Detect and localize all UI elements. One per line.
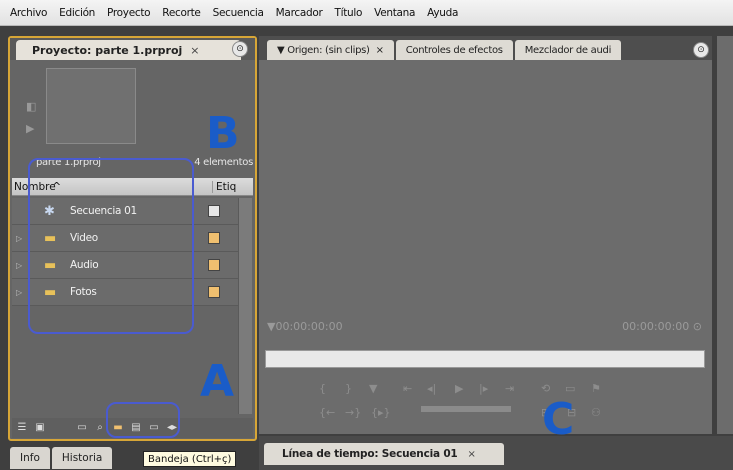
export-frame-icon[interactable]: ⚇ xyxy=(591,406,601,419)
label-swatch xyxy=(208,205,220,217)
shuttle-slider[interactable] xyxy=(421,406,511,412)
step-forward-icon[interactable]: |▸ xyxy=(479,382,488,395)
menu-recorte[interactable]: Recorte xyxy=(156,7,206,19)
menu-edicion[interactable]: Edición xyxy=(53,7,101,19)
column-label[interactable]: Etiq xyxy=(212,180,236,193)
project-item-count: 4 elementos xyxy=(194,156,253,168)
tab-project[interactable]: Proyecto: parte 1.prproj × xyxy=(16,40,241,60)
preview-thumbnail xyxy=(46,68,136,144)
mark-out-icon[interactable]: } xyxy=(345,382,352,395)
play-icon[interactable]: ▶ xyxy=(455,382,463,395)
tab-controles-efectos[interactable]: Controles de efectos xyxy=(395,40,513,60)
tab-timeline[interactable]: Línea de tiempo: Secuencia 01 × xyxy=(264,443,504,465)
panel-menu-icon[interactable]: ⊙ xyxy=(693,42,709,58)
source-viewer xyxy=(263,62,708,342)
label-swatch xyxy=(208,232,220,244)
menu-marcador[interactable]: Marcador xyxy=(270,7,329,19)
project-tab-label: Proyecto: parte 1.prproj xyxy=(32,43,183,57)
expand-arrow-icon[interactable]: ▷ xyxy=(16,288,22,297)
close-icon[interactable]: × xyxy=(190,44,199,57)
tab-historia[interactable]: Historia xyxy=(51,447,113,469)
annotation-box-a xyxy=(106,402,180,438)
annotation-box-b xyxy=(28,158,194,334)
tooltip: Bandeja (Ctrl+ç) xyxy=(143,451,237,467)
icon-view-icon[interactable]: ▣ xyxy=(32,421,48,435)
tab-mezclador-audio[interactable]: Mezclador de audi xyxy=(514,40,622,60)
tab-info[interactable]: Info xyxy=(10,447,50,469)
play-in-out-icon[interactable]: {▸} xyxy=(371,406,391,419)
menu-archivo[interactable]: Archivo xyxy=(4,7,53,19)
set-marker-icon[interactable]: ▼ xyxy=(369,382,377,395)
annotation-letter-b: B xyxy=(206,108,240,159)
annotation-letter-c: C xyxy=(542,394,575,445)
play-icon[interactable]: ▶ xyxy=(26,122,34,135)
timeline-tab-label: Línea de tiempo: Secuencia 01 xyxy=(282,448,458,460)
bottom-tab-bar: Info Historia xyxy=(10,447,114,469)
jog-icon[interactable]: →} xyxy=(345,406,361,419)
menu-ventana[interactable]: Ventana xyxy=(368,7,421,19)
timecode-current[interactable]: ▼00:00:00:00 xyxy=(267,320,343,333)
menu-proyecto[interactable]: Proyecto xyxy=(101,7,156,19)
transport-controls: { } ▼ ⇤ ◂| ▶ |▸ ⇥ ⟲ ▭ ⚑ {← →} {▸} ⊞ ⊟ ⚇ xyxy=(319,376,659,426)
menu-titulo[interactable]: Título xyxy=(328,7,368,19)
menu-bar: Archivo Edición Proyecto Recorte Secuenc… xyxy=(0,0,733,26)
label-swatch xyxy=(208,259,220,271)
play-icon-small[interactable]: ◧ xyxy=(26,100,36,113)
close-icon[interactable]: × xyxy=(376,45,384,56)
label-swatch xyxy=(208,286,220,298)
go-to-in-icon[interactable]: ⇤ xyxy=(403,382,412,395)
tab-origen-label: ▼ Origen: (sin clips) xyxy=(277,44,370,56)
vertical-scrollbar[interactable] xyxy=(238,198,252,414)
annotation-letter-a: A xyxy=(200,356,235,407)
project-tab-bar: Proyecto: parte 1.prproj × ⊙ xyxy=(10,38,255,60)
expand-arrow-icon[interactable]: ▷ xyxy=(16,234,22,243)
adjacent-panel-edge xyxy=(717,36,733,434)
step-back-icon[interactable]: ◂| xyxy=(427,382,436,395)
close-icon[interactable]: × xyxy=(468,449,476,460)
time-ruler[interactable] xyxy=(265,350,705,368)
menu-secuencia[interactable]: Secuencia xyxy=(207,7,270,19)
output-icon[interactable]: ⚑ xyxy=(591,382,601,395)
list-view-icon[interactable]: ☰ xyxy=(14,421,30,435)
panel-menu-icon[interactable]: ⊙ xyxy=(232,41,248,57)
expand-arrow-icon[interactable]: ▷ xyxy=(16,261,22,270)
menu-ayuda[interactable]: Ayuda xyxy=(421,7,464,19)
tab-origen[interactable]: ▼ Origen: (sin clips) × xyxy=(267,40,394,60)
automate-icon[interactable]: ▭ xyxy=(74,421,90,435)
source-tab-bar: ▼ Origen: (sin clips) × Controles de efe… xyxy=(259,36,712,60)
play-in-to-out-icon[interactable]: {← xyxy=(319,406,335,419)
go-to-out-icon[interactable]: ⇥ xyxy=(505,382,514,395)
timecode-duration: 00:00:00:00 ⊙ xyxy=(622,320,702,333)
mark-in-icon[interactable]: { xyxy=(319,382,326,395)
source-monitor-panel: ▼ Origen: (sin clips) × Controles de efe… xyxy=(259,36,712,434)
